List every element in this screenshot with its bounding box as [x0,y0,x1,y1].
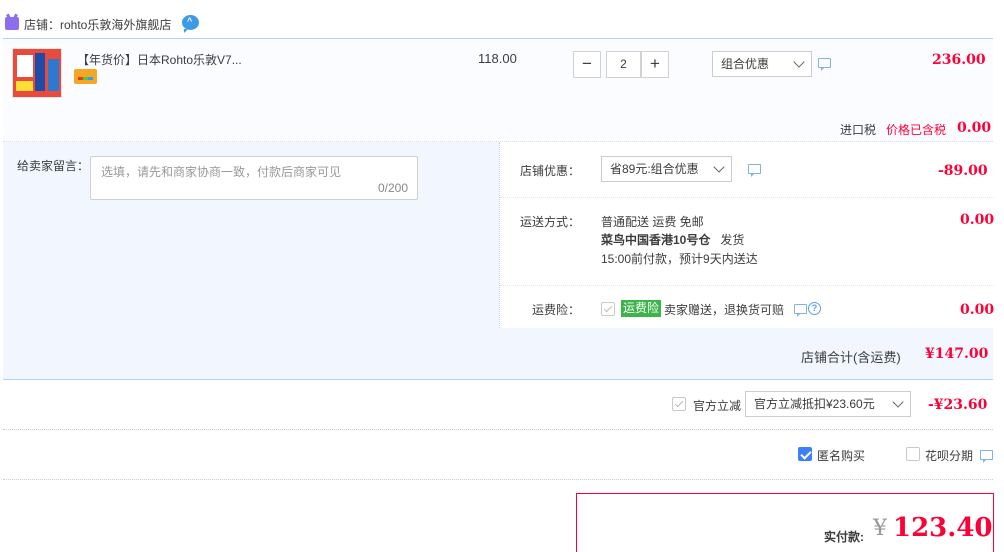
quantity-decrease-button[interactable]: − [573,51,601,78]
discount-info-icon[interactable] [748,164,761,177]
insurance-text: 卖家赠送，退换货可赔 [664,303,785,317]
official-discount-label: 官方立减 [693,399,742,413]
chevron-down-icon [892,396,904,408]
shipping-label: 运送方式： [519,215,580,229]
import-tax-value: 0.00 [957,120,992,136]
shop-discount-select-value: 省89元:组合优惠 [610,162,699,176]
shop-discount-value: -89.00 [938,163,988,179]
anonymous-label[interactable]: 匿名购买 [817,447,865,464]
help-icon[interactable]: ? [808,302,821,315]
order-details-block: 给卖家留言： 选填，请先和商家协商一致，付款后商家可见 0/200 店铺优惠： … [3,142,995,380]
shop-subtotal-value: ¥147.00 [925,346,989,362]
total-amount: 123.40 [893,513,993,543]
tmall-logo-icon [5,17,19,30]
delivery-estimate: 15:00前付款，预计9天内送达 [601,252,758,266]
shop-header: 店铺：rohto乐敦海外旗舰店 ^ [0,0,1004,38]
promo-select-value: 组合优惠 [721,57,770,71]
official-discount-select[interactable]: 官方立减抵扣¥23.60元 [745,391,911,417]
line-total: 236.00 [932,52,986,68]
currency-symbol: ¥ [873,516,887,541]
shipping-value: 0.00 [960,212,995,228]
seller-message-input[interactable]: 选填，请先和商家协商一致，付款后商家可见 0/200 [90,156,418,200]
promo-select[interactable]: 组合优惠 [712,51,812,77]
quantity-increase-button[interactable]: + [641,51,669,78]
official-discount-select-value: 官方立减抵扣¥23.60元 [754,397,875,411]
unit-price: 118.00 [478,51,517,66]
insurance-label: 运费险： [531,303,580,317]
chevron-down-icon [713,161,725,173]
purchase-options-row: 匿名购买 花呗分期 [3,430,993,480]
shipping-method: 普通配送 运费 免邮 [601,215,704,229]
chat-icon[interactable]: ^ [182,15,199,33]
installment-checkbox[interactable] [906,447,920,461]
installment-info-icon[interactable] [980,450,993,463]
insurance-tag: 运费险 [621,300,662,317]
order-item-row: 【年货价】日本Rohto乐敦V7... 118.00 − 2 + 组合优惠 23… [3,38,993,142]
promo-info-icon[interactable] [818,58,831,71]
installment-label[interactable]: 花呗分期 [925,447,973,464]
seller-message-placeholder: 选填，请先和商家协商一致，付款后商家可见 [101,165,342,179]
shop-subtotal-label: 店铺合计(含运费) [801,350,901,365]
product-title[interactable]: 【年货价】日本Rohto乐敦V7... [77,51,242,68]
insurance-checkbox[interactable] [601,302,615,316]
order-options-panel: 店铺优惠： 省89元:组合优惠 -89.00 运送方式： 普通配送 运费 免邮 … [499,142,995,328]
warehouse-name: 菜鸟中国香港10号仓 [601,233,711,247]
ship-from-text: 发货 [720,233,745,247]
chevron-down-icon [793,56,805,68]
shop-discount-select[interactable]: 省89元:组合优惠 [601,156,732,182]
tax-included-note: 价格已含税 [886,123,947,137]
shop-discount-label: 店铺优惠： [519,164,580,178]
anonymous-checkbox[interactable] [798,447,812,461]
coupon-ticket-icon [74,69,97,84]
insurance-value: 0.00 [960,302,995,318]
official-discount-value: -¥23.60 [928,397,988,413]
shop-name[interactable]: 店铺：rohto乐敦海外旗舰店 [24,16,171,33]
product-thumbnail[interactable] [12,48,62,98]
total-label: 实付款: [824,530,864,544]
official-discount-checkbox[interactable] [672,397,686,411]
seller-message-count: 0/200 [377,181,408,195]
insurance-info-icon[interactable] [794,304,807,317]
seller-message-label: 给卖家留言： [17,159,90,173]
shipping-warehouse: 菜鸟中国香港10号仓 发货 [601,231,744,248]
import-tax-label: 进口税 [840,123,877,137]
total-payment-box: 实付款: ¥ 123.40 [576,493,994,552]
official-discount-row: 官方立减 官方立减抵扣¥23.60元 -¥23.60 [3,380,993,430]
quantity-input[interactable]: 2 [606,51,641,78]
